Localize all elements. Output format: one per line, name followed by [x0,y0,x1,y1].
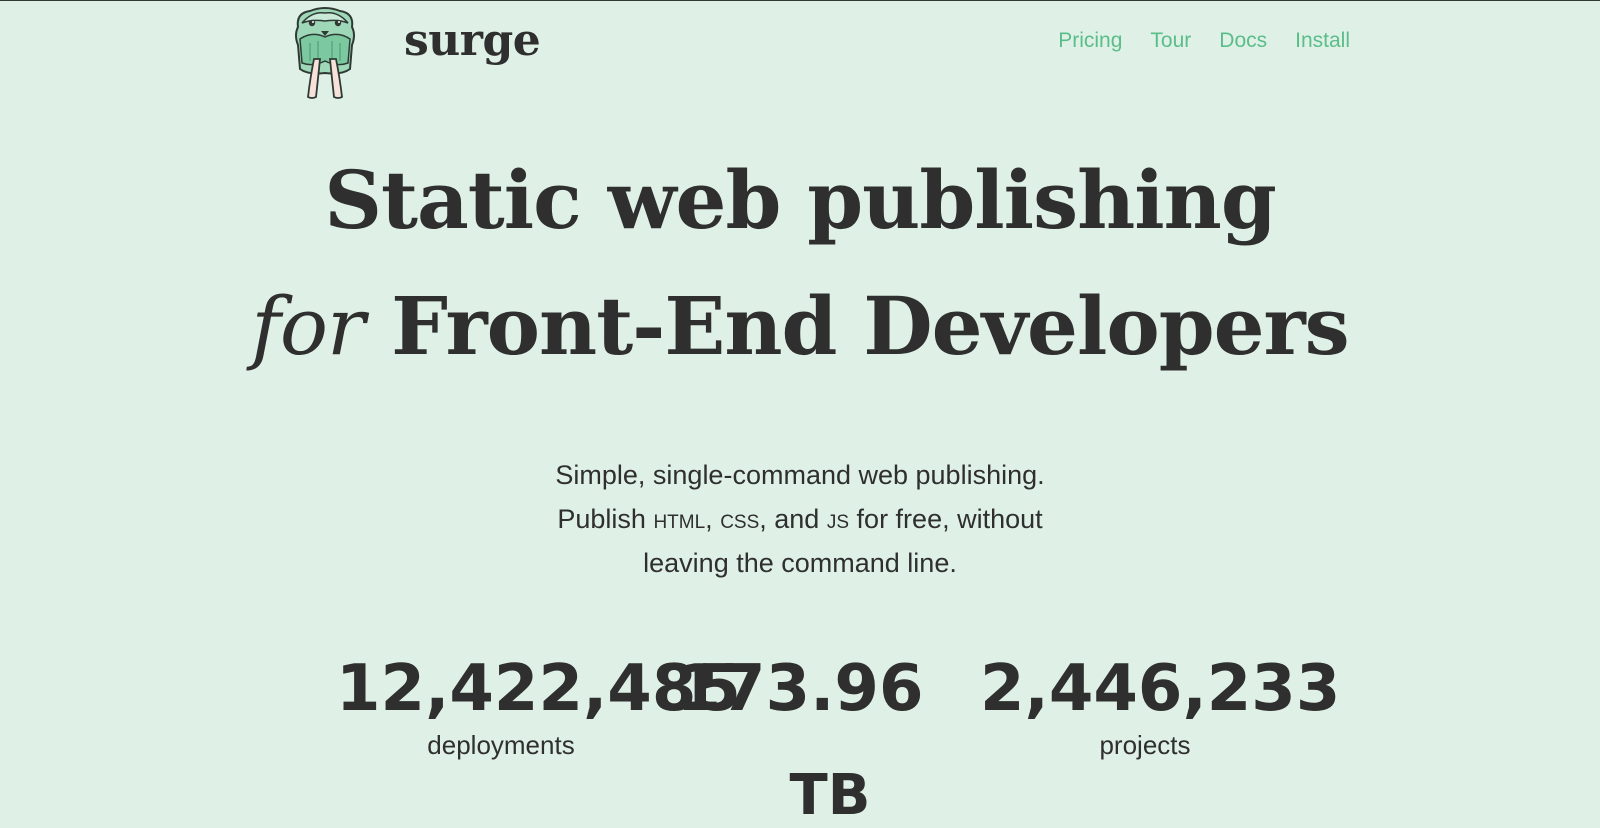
brand-name[interactable]: surge [404,15,541,66]
data-amount: 173.96 [676,652,924,726]
data-unit: TB [789,763,871,828]
walrus-logo-icon[interactable] [290,5,360,101]
tagline-line-3: leaving the command line. [643,548,957,578]
deployments-label: deployments [427,730,575,760]
js-token: JS [826,504,850,534]
tagline-suffix: for free, without [856,504,1043,534]
stat-deployments: 12,422,485 deployments [336,652,741,765]
hero-line-1: Static web publishing [324,153,1277,247]
projects-count: 2,446,233 [980,652,1341,726]
hero-heading: Static web publishing for Front-End Deve… [0,137,1600,390]
hero-line-2-text: Front-End Developers [391,279,1350,373]
deployments-count: 12,422,485 [336,652,741,726]
stat-data: 173.96 [660,653,940,725]
hero-italic-word: for [251,280,365,373]
projects-label: projects [1099,730,1191,760]
html-token: HTML [653,504,706,534]
main-nav: Pricing Tour Docs Install [1058,29,1350,53]
nav-link-docs[interactable]: Docs [1219,29,1267,53]
tagline-middle: , and [759,504,820,534]
nav-link-pricing[interactable]: Pricing [1058,29,1122,53]
nav-link-tour[interactable]: Tour [1150,29,1191,53]
tagline-prefix: Publish [557,504,646,534]
tagline-line-1: Simple, single-command web publishing. [555,460,1045,490]
hero-line-2: for Front-End Developers [0,263,1600,390]
tagline-line-2: Publish HTML, CSS, and JS for free, with… [557,504,1043,534]
stat-projects: 2,446,233 projects [980,652,1341,765]
tagline: Simple, single-command web publishing. P… [0,453,1600,585]
nav-link-install[interactable]: Install [1295,29,1350,53]
top-navigation: surge Pricing Tour Docs Install [0,1,1600,111]
css-token: CSS [720,504,760,534]
